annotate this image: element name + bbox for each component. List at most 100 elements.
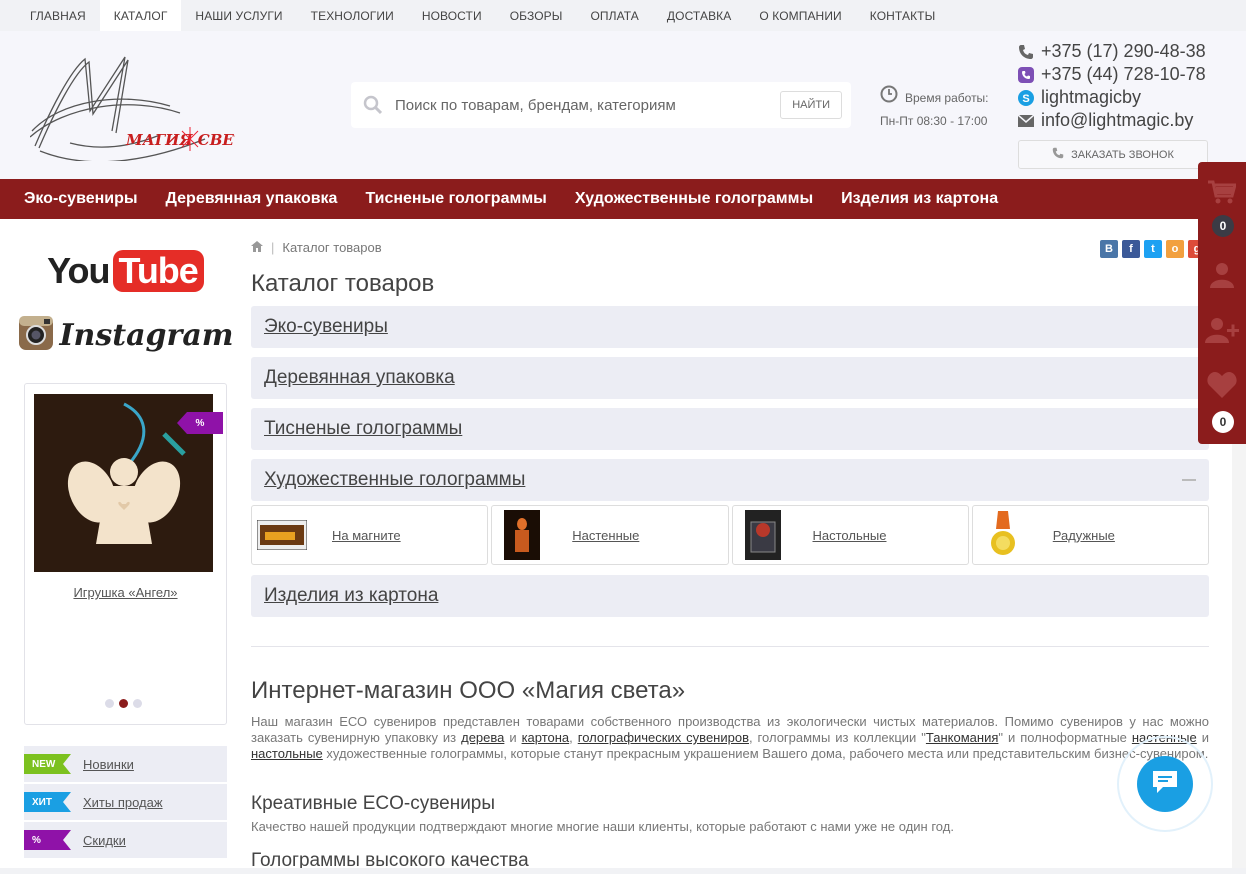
cart-button[interactable]	[1198, 180, 1246, 209]
catalog-embossed-holograms[interactable]: Тисненые голограммы	[251, 408, 1209, 450]
youtube-logo: You Tube	[47, 249, 204, 292]
shop-description: Наш магазин ЕСО сувениров представлен то…	[251, 714, 1209, 762]
catalog-cardboard-label: Изделия из картона	[264, 585, 439, 606]
chat-widget[interactable]	[1117, 736, 1213, 832]
topnav-contacts[interactable]: КОНТАКТЫ	[856, 0, 950, 31]
new-tag: NEW	[24, 754, 71, 774]
category-art-holograms[interactable]: Художественные голограммы	[561, 190, 827, 208]
wall-thumbnail	[492, 510, 552, 560]
topnav-payment[interactable]: ОПЛАТА	[576, 0, 652, 31]
carousel-dots	[105, 699, 142, 708]
category-eco-souvenirs[interactable]: Эко-сувениры	[10, 190, 152, 208]
category-cardboard[interactable]: Изделия из картона	[827, 190, 1012, 208]
carousel-dot-active[interactable]	[119, 699, 128, 708]
creative-text: Качество нашей продукции подтверждают мн…	[251, 819, 954, 834]
skype-name[interactable]: lightmagicby	[1041, 87, 1141, 108]
callback-button[interactable]: ЗАКАЗАТЬ ЗВОНОК	[1018, 140, 1208, 169]
register-button[interactable]	[1198, 317, 1246, 348]
breadcrumb: | Каталог товаров	[251, 240, 382, 255]
subcategory-magnet[interactable]: На магните	[251, 505, 489, 565]
youtube-link[interactable]: You Tube	[24, 243, 227, 298]
link-wood[interactable]: дерева	[461, 730, 504, 745]
share-buttons: В f t о g	[1100, 240, 1206, 258]
tag-hit-label: Хиты продаж	[83, 794, 163, 810]
topnav-news[interactable]: НОВОСТИ	[408, 0, 496, 31]
subcategory-wall[interactable]: Настенные	[491, 505, 729, 565]
email-address[interactable]: info@lightmagic.by	[1041, 110, 1193, 131]
category-embossed-holograms[interactable]: Тисненые голограммы	[351, 190, 560, 208]
site-header: МАГИЯ СВЕТА НАЙТИ Время работы: Пн-Пт 08…	[0, 31, 1246, 179]
facebook-share-icon[interactable]: f	[1122, 240, 1140, 258]
breadcrumb-current: Каталог товаров	[282, 240, 382, 255]
link-table[interactable]: настольные	[251, 746, 323, 761]
topnav-delivery[interactable]: ДОСТАВКА	[653, 0, 745, 31]
search-button[interactable]: НАЙТИ	[780, 91, 842, 119]
top-navigation: ГЛАВНАЯ КАТАЛОГ НАШИ УСЛУГИ ТЕХНОЛОГИИ Н…	[0, 0, 1246, 31]
desc-text: , голограммы из коллекции "	[748, 730, 926, 745]
vk-share-icon[interactable]: В	[1100, 240, 1118, 258]
promo-carousel: % Игрушка «Ангел»	[24, 383, 227, 725]
tag-new-link[interactable]: NEW Новинки	[24, 746, 227, 782]
heart-icon	[1207, 372, 1237, 403]
subcategory-table[interactable]: Настольные	[731, 505, 969, 565]
instagram-label: Instagram	[59, 317, 234, 353]
category-wooden-packaging[interactable]: Деревянная упаковка	[152, 190, 352, 208]
chat-icon	[1151, 769, 1179, 800]
catalog-embossed-holograms-label: Тисненые голограммы	[264, 418, 463, 439]
desc-text: ,	[569, 730, 578, 745]
instagram-link[interactable]: Instagram	[18, 310, 234, 360]
phone-icon	[1052, 147, 1064, 162]
tag-sale-link[interactable]: % Скидки	[24, 822, 227, 858]
link-holographic-souvenirs[interactable]: голографических сувениров	[578, 730, 749, 745]
topnav-catalog[interactable]: КАТАЛОГ	[99, 0, 182, 31]
tag-new-label: Новинки	[83, 756, 134, 772]
add-user-icon	[1205, 317, 1239, 348]
svg-text:S: S	[1022, 93, 1029, 105]
rainbow-thumbnail	[973, 511, 1033, 559]
favorites-button[interactable]	[1198, 372, 1246, 403]
home-icon[interactable]	[251, 240, 263, 255]
site-logo[interactable]: МАГИЯ СВЕТА	[29, 51, 257, 163]
phone-2[interactable]: +375 (44) 728-10-78	[1041, 64, 1206, 85]
creative-heading: Креативные ECO-сувениры	[251, 793, 496, 814]
search-bar: НАЙТИ	[351, 82, 851, 128]
topnav-technologies[interactable]: ТЕХНОЛОГИИ	[297, 0, 408, 31]
tag-hit-link[interactable]: ХИТ Хиты продаж	[24, 784, 227, 820]
instagram-icon	[18, 315, 54, 356]
subcategory-table-label: Настольные	[812, 527, 887, 543]
account-button[interactable]	[1198, 262, 1246, 293]
desc-text: и	[504, 730, 522, 745]
link-cardboard[interactable]: картона	[522, 730, 570, 745]
link-tankomania[interactable]: Танкомания	[926, 730, 998, 745]
catalog-wooden-packaging[interactable]: Деревянная упаковка	[251, 357, 1209, 399]
email-icon	[1018, 114, 1041, 127]
chat-button[interactable]	[1137, 756, 1193, 812]
phone-1[interactable]: +375 (17) 290-48-38	[1041, 41, 1206, 62]
promo-product-title[interactable]: Игрушка «Ангел»	[25, 585, 226, 600]
page-title: Каталог товаров	[251, 270, 435, 297]
cart-count: 0	[1212, 215, 1234, 237]
odnoklassniki-share-icon[interactable]: о	[1166, 240, 1184, 258]
carousel-dot[interactable]	[105, 699, 114, 708]
twitter-share-icon[interactable]: t	[1144, 240, 1162, 258]
search-icon	[351, 95, 395, 115]
table-thumbnail	[733, 510, 793, 560]
clock-icon	[880, 85, 898, 110]
bottom-edge	[0, 868, 1246, 874]
topnav-reviews[interactable]: ОБЗОРЫ	[496, 0, 577, 31]
catalog-eco-souvenirs[interactable]: Эко-сувениры	[251, 306, 1209, 348]
subcategory-rainbow[interactable]: Радужные	[971, 505, 1209, 565]
catalog-art-holograms[interactable]: Художественные голограммы	[251, 459, 1209, 501]
topnav-services[interactable]: НАШИ УСЛУГИ	[181, 0, 296, 31]
topnav-home[interactable]: ГЛАВНАЯ	[16, 0, 100, 31]
collapse-icon[interactable]	[1182, 479, 1196, 481]
work-hours-value: Пн-Пт 08:30 - 17:00	[880, 114, 988, 128]
catalog-cardboard[interactable]: Изделия из картона	[251, 575, 1209, 617]
youtube-logo-you: You	[47, 249, 110, 291]
carousel-dot[interactable]	[133, 699, 142, 708]
logo-text: МАГИЯ СВЕТА	[125, 131, 235, 149]
viber-icon	[1018, 66, 1041, 83]
phone-icon	[1018, 44, 1041, 60]
search-input[interactable]	[395, 96, 781, 114]
topnav-about[interactable]: О КОМПАНИИ	[745, 0, 855, 31]
